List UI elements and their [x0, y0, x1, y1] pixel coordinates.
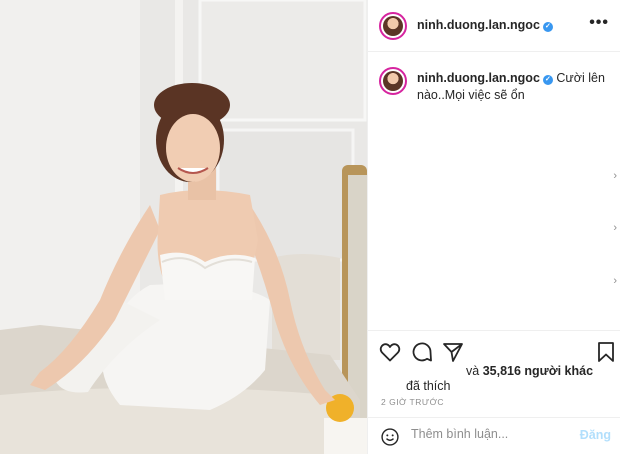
- comment-input[interactable]: [411, 427, 561, 441]
- post-header: ninh.duong.lan.ngoc ✓ •••: [368, 0, 620, 52]
- chevron-right-icon[interactable]: ›: [613, 222, 617, 234]
- caption-avatar[interactable]: [379, 67, 407, 95]
- verified-badge-icon: ✓: [542, 75, 553, 85]
- post-details-panel: ninh.duong.lan.ngoc ✓ ••• ninh.duong.lan.…: [367, 0, 620, 454]
- likes-prefix: và: [466, 364, 480, 378]
- likes-line: và 35,816 người khác: [466, 364, 593, 378]
- emoji-icon[interactable]: [380, 427, 400, 447]
- caption-text: ninh.duong.lan.ngoc ✓ Cười lên nào..Mọi v…: [417, 70, 613, 104]
- likes-suffix: đã thích: [406, 379, 451, 393]
- post-photo[interactable]: [0, 0, 367, 454]
- chevron-right-icon[interactable]: ›: [613, 170, 617, 182]
- heart-icon[interactable]: [378, 340, 402, 364]
- post-comment-button[interactable]: Đăng: [580, 428, 611, 442]
- more-options-icon[interactable]: •••: [589, 14, 609, 32]
- chevron-right-icon[interactable]: ›: [613, 275, 617, 287]
- share-icon[interactable]: [441, 340, 465, 364]
- post-timestamp[interactable]: 2 GIỜ TRƯỚC: [381, 397, 444, 407]
- caption-username-link[interactable]: ninh.duong.lan.ngoc ✓: [417, 71, 553, 85]
- username-text[interactable]: ninh.duong.lan.ngoc: [417, 18, 540, 32]
- comment-icon[interactable]: [410, 340, 434, 364]
- likes-count-link[interactable]: 35,816 người khác: [483, 364, 593, 378]
- username-link[interactable]: ninh.duong.lan.ngoc ✓: [417, 18, 553, 32]
- comment-form: Đăng: [368, 417, 620, 454]
- bookmark-icon[interactable]: [594, 340, 618, 364]
- caption-username[interactable]: ninh.duong.lan.ngoc: [417, 71, 540, 85]
- avatar[interactable]: [379, 12, 407, 40]
- verified-badge-icon: ✓: [542, 22, 553, 32]
